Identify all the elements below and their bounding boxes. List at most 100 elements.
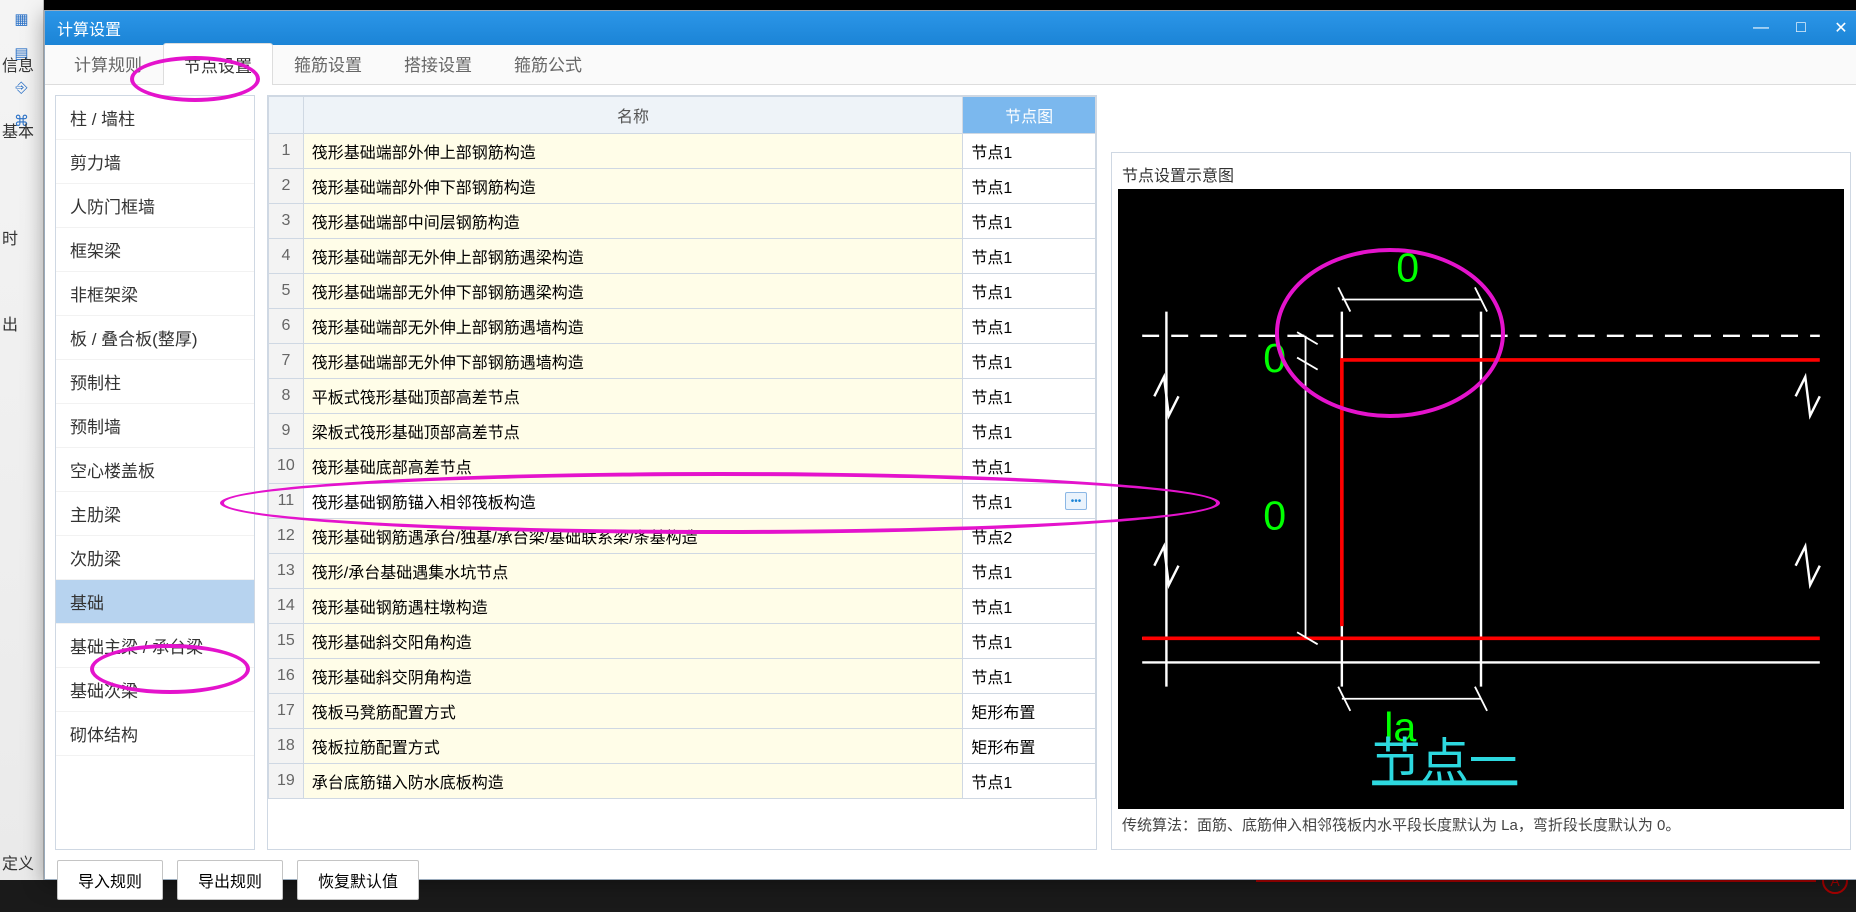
row-name-cell[interactable]: 筏形基础钢筋遇承台/独基/承台梁/基础联系梁/条基构造 bbox=[303, 519, 963, 554]
row-name-cell[interactable]: 筏形基础端部外伸下部钢筋构造 bbox=[303, 169, 963, 204]
cell-ellipsis-button[interactable]: ••• bbox=[1065, 492, 1087, 510]
import-rules-button[interactable]: 导入规则 bbox=[57, 860, 163, 900]
row-value-cell[interactable]: 节点1 bbox=[963, 344, 1096, 379]
row-name-cell[interactable]: 筏形基础斜交阳角构造 bbox=[303, 624, 963, 659]
row-value-cell[interactable]: 节点1 bbox=[963, 554, 1096, 589]
table-row[interactable]: 11筏形基础钢筋锚入相邻筏板构造节点1••• bbox=[269, 484, 1096, 519]
table-row[interactable]: 17筏板马凳筋配置方式矩形布置 bbox=[269, 694, 1096, 729]
row-value-cell[interactable]: 节点1 bbox=[963, 169, 1096, 204]
row-value-cell[interactable]: 矩形布置 bbox=[963, 694, 1096, 729]
row-name-cell[interactable]: 筏形基础底部高差节点 bbox=[303, 449, 963, 484]
tool-icon[interactable]: ▦ bbox=[6, 4, 38, 34]
titlebar[interactable]: 计算设置 — □ ✕ bbox=[45, 11, 1856, 45]
table-row[interactable]: 1筏形基础端部外伸上部钢筋构造节点1 bbox=[269, 134, 1096, 169]
row-name-cell[interactable]: 筏形/承台基础遇集水坑节点 bbox=[303, 554, 963, 589]
tab-node-settings[interactable]: 节点设置 bbox=[163, 43, 273, 85]
sidebar-item[interactable]: 空心楼盖板 bbox=[56, 448, 254, 492]
row-name-cell[interactable]: 筏形基础端部无外伸下部钢筋遇梁构造 bbox=[303, 274, 963, 309]
row-name-cell[interactable]: 筏形基础端部外伸上部钢筋构造 bbox=[303, 134, 963, 169]
col-name: 名称 bbox=[303, 97, 963, 134]
row-name-cell[interactable]: 筏形基础钢筋遇柱墩构造 bbox=[303, 589, 963, 624]
row-value-cell[interactable]: 节点1 bbox=[963, 379, 1096, 414]
sidebar-item[interactable]: 预制柱 bbox=[56, 360, 254, 404]
tab-stirrup-formula[interactable]: 箍筋公式 bbox=[493, 42, 603, 84]
minimize-button[interactable]: — bbox=[1741, 11, 1781, 45]
sidebar-item[interactable]: 人防门框墙 bbox=[56, 184, 254, 228]
table-row[interactable]: 19承台底筋锚入防水底板构造节点1 bbox=[269, 764, 1096, 799]
row-number: 16 bbox=[269, 659, 304, 694]
sidebar-item[interactable]: 主肋梁 bbox=[56, 492, 254, 536]
sidebar-item[interactable]: 砌体结构 bbox=[56, 712, 254, 756]
row-name-cell[interactable]: 筏形基础钢筋锚入相邻筏板构造 bbox=[303, 484, 963, 519]
gutter-label: 出 bbox=[2, 311, 18, 335]
row-number: 9 bbox=[269, 414, 304, 449]
sidebar-item[interactable]: 框架梁 bbox=[56, 228, 254, 272]
table-row[interactable]: 7筏形基础端部无外伸下部钢筋遇墙构造节点1 bbox=[269, 344, 1096, 379]
table-row[interactable]: 8平板式筏形基础顶部高差节点节点1 bbox=[269, 379, 1096, 414]
sidebar-item[interactable]: 基础主梁 / 承台梁 bbox=[56, 624, 254, 668]
row-name-cell[interactable]: 筏形基础斜交阴角构造 bbox=[303, 659, 963, 694]
row-value-cell[interactable]: 节点1••• bbox=[963, 484, 1096, 519]
row-name-cell[interactable]: 筏形基础端部无外伸下部钢筋遇墙构造 bbox=[303, 344, 963, 379]
tab-stirrup-settings[interactable]: 箍筋设置 bbox=[273, 42, 383, 84]
table-row[interactable]: 5筏形基础端部无外伸下部钢筋遇梁构造节点1 bbox=[269, 274, 1096, 309]
table-row[interactable]: 6筏形基础端部无外伸上部钢筋遇墙构造节点1 bbox=[269, 309, 1096, 344]
dialog-title: 计算设置 bbox=[57, 16, 121, 40]
tool-icon[interactable]: ⎆ bbox=[6, 72, 38, 102]
row-value-cell[interactable]: 节点1 bbox=[963, 134, 1096, 169]
tab-calc-rules[interactable]: 计算规则 bbox=[53, 42, 163, 84]
close-button[interactable]: ✕ bbox=[1821, 11, 1856, 45]
row-number: 15 bbox=[269, 624, 304, 659]
row-value-cell[interactable]: 节点1 bbox=[963, 624, 1096, 659]
row-value-cell[interactable]: 节点1 bbox=[963, 239, 1096, 274]
row-name-cell[interactable]: 筏形基础端部无外伸上部钢筋遇墙构造 bbox=[303, 309, 963, 344]
row-name-cell[interactable]: 承台底筋锚入防水底板构造 bbox=[303, 764, 963, 799]
table-row[interactable]: 16筏形基础斜交阴角构造节点1 bbox=[269, 659, 1096, 694]
table-row[interactable]: 10筏形基础底部高差节点节点1 bbox=[269, 449, 1096, 484]
table-row[interactable]: 4筏形基础端部无外伸上部钢筋遇梁构造节点1 bbox=[269, 239, 1096, 274]
row-name-cell[interactable]: 筏板拉筋配置方式 bbox=[303, 729, 963, 764]
node-preview-panel: 节点设置示意图 bbox=[1111, 152, 1851, 850]
reset-defaults-button[interactable]: 恢复默认值 bbox=[297, 860, 419, 900]
gutter-label: 定义 bbox=[2, 850, 34, 874]
row-name-cell[interactable]: 梁板式筏形基础顶部高差节点 bbox=[303, 414, 963, 449]
table-row[interactable]: 14筏形基础钢筋遇柱墩构造节点1 bbox=[269, 589, 1096, 624]
row-value-cell[interactable]: 节点1 bbox=[963, 449, 1096, 484]
row-name-cell[interactable]: 筏形基础端部无外伸上部钢筋遇梁构造 bbox=[303, 239, 963, 274]
sidebar-item[interactable]: 基础 bbox=[56, 580, 254, 624]
dialog-footer: 导入规则 导出规则 恢复默认值 bbox=[45, 860, 1856, 912]
sidebar-item[interactable]: 柱 / 墙柱 bbox=[56, 96, 254, 140]
row-number: 7 bbox=[269, 344, 304, 379]
row-name-cell[interactable]: 平板式筏形基础顶部高差节点 bbox=[303, 379, 963, 414]
row-name-cell[interactable]: 筏形基础端部中间层钢筋构造 bbox=[303, 204, 963, 239]
row-value-cell[interactable]: 节点1 bbox=[963, 414, 1096, 449]
row-name-cell[interactable]: 筏板马凳筋配置方式 bbox=[303, 694, 963, 729]
row-value-cell[interactable]: 节点2 bbox=[963, 519, 1096, 554]
sidebar-item[interactable]: 板 / 叠合板(整厚) bbox=[56, 316, 254, 360]
row-value-cell[interactable]: 矩形布置 bbox=[963, 729, 1096, 764]
gutter-label: 基本 bbox=[2, 118, 34, 142]
table-row[interactable]: 15筏形基础斜交阳角构造节点1 bbox=[269, 624, 1096, 659]
sidebar-item[interactable]: 非框架梁 bbox=[56, 272, 254, 316]
row-number: 12 bbox=[269, 519, 304, 554]
export-rules-button[interactable]: 导出规则 bbox=[177, 860, 283, 900]
row-value-cell[interactable]: 节点1 bbox=[963, 659, 1096, 694]
tab-lap-settings[interactable]: 搭接设置 bbox=[383, 42, 493, 84]
row-value-cell[interactable]: 节点1 bbox=[963, 204, 1096, 239]
row-value-cell[interactable]: 节点1 bbox=[963, 274, 1096, 309]
maximize-button[interactable]: □ bbox=[1781, 11, 1821, 45]
table-row[interactable]: 9梁板式筏形基础顶部高差节点节点1 bbox=[269, 414, 1096, 449]
sidebar-item[interactable]: 剪力墙 bbox=[56, 140, 254, 184]
table-row[interactable]: 13筏形/承台基础遇集水坑节点节点1 bbox=[269, 554, 1096, 589]
table-row[interactable]: 3筏形基础端部中间层钢筋构造节点1 bbox=[269, 204, 1096, 239]
row-value-cell[interactable]: 节点1 bbox=[963, 589, 1096, 624]
tab-bar: 计算规则 节点设置 箍筋设置 搭接设置 箍筋公式 bbox=[45, 45, 1856, 85]
table-row[interactable]: 18筏板拉筋配置方式矩形布置 bbox=[269, 729, 1096, 764]
sidebar-item[interactable]: 预制墙 bbox=[56, 404, 254, 448]
table-row[interactable]: 2筏形基础端部外伸下部钢筋构造节点1 bbox=[269, 169, 1096, 204]
row-value-cell[interactable]: 节点1 bbox=[963, 764, 1096, 799]
sidebar-item[interactable]: 次肋梁 bbox=[56, 536, 254, 580]
table-row[interactable]: 12筏形基础钢筋遇承台/独基/承台梁/基础联系梁/条基构造节点2 bbox=[269, 519, 1096, 554]
sidebar-item[interactable]: 基础次梁 bbox=[56, 668, 254, 712]
row-value-cell[interactable]: 节点1 bbox=[963, 309, 1096, 344]
